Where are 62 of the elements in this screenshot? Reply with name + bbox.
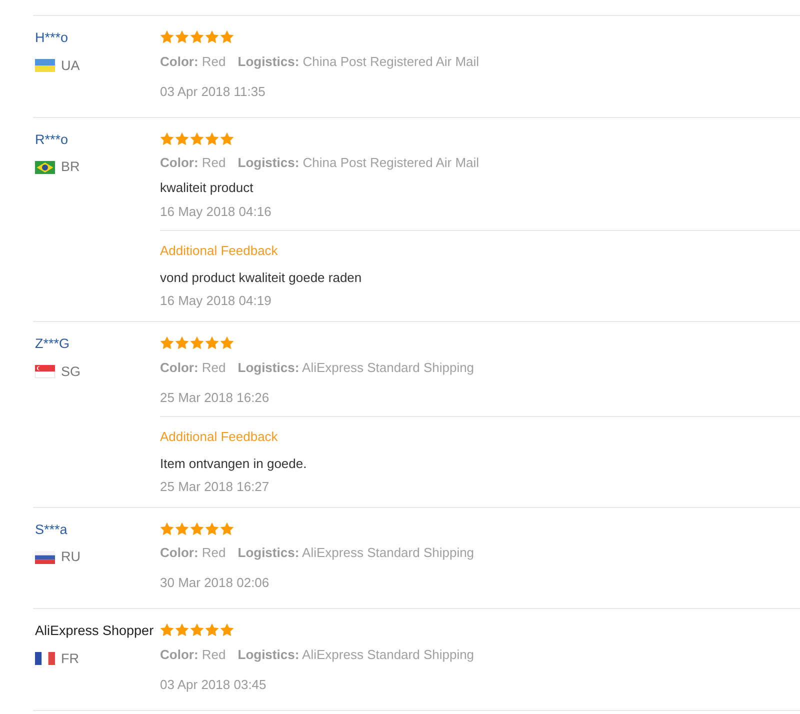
star-icon [175, 623, 189, 637]
feedback-date: 25 Mar 2018 16:27 [160, 478, 270, 496]
star-icon [205, 132, 219, 146]
feedback-date: 16 May 2018 04:19 [160, 292, 272, 310]
review-date: 03 Apr 2018 03:45 [160, 676, 266, 694]
attribute-text: Color: Red [160, 154, 226, 172]
star-icon [205, 623, 219, 637]
reviewer-name: AliExpress Shopper [35, 622, 154, 640]
reviewer-name[interactable]: Z***G [35, 335, 70, 353]
country-code: SG [61, 362, 81, 380]
feedback-heading: Additional Feedback [160, 242, 278, 260]
attribute-text: Logistics: China Post Registered Air Mail [238, 154, 480, 172]
feedback-heading: Additional Feedback [160, 428, 278, 446]
attribute-text: Color: Red [160, 646, 226, 664]
attribute-text: Color: Red [160, 544, 226, 562]
attribute-text: Logistics: AliExpress Standard Shipping [238, 358, 474, 377]
review-date: 16 May 2018 04:16 [160, 203, 272, 221]
feedback-comment: vond product kwaliteit goede raden [160, 269, 362, 287]
attribute-text: Color: Red [160, 52, 226, 70]
star-icon [160, 336, 174, 350]
attribute-text: Color: Red [160, 358, 226, 376]
country-code: FR [61, 650, 79, 668]
star-icon [175, 132, 189, 146]
star-icon [190, 132, 204, 146]
reviewer-name[interactable]: R***o [35, 130, 68, 148]
star-icon [190, 623, 204, 637]
review-date: 03 Apr 2018 11:35 [160, 82, 266, 101]
ukraine-flag-icon [35, 59, 55, 72]
singapore-flag-icon [35, 365, 55, 378]
star-icon [205, 30, 219, 44]
star-icon [190, 336, 204, 350]
star-icon [175, 30, 189, 44]
brazil-flag-icon [35, 160, 55, 174]
reviewer-name[interactable]: S***a [35, 520, 68, 538]
attribute-text: Logistics: China Post Registered Air Mail [238, 52, 480, 71]
country-code: RU [61, 548, 80, 566]
feedback-comment: Item ontvangen in goede. [160, 454, 307, 473]
star-icon [160, 522, 174, 536]
star-icon [220, 30, 234, 44]
country-code: UA [61, 56, 80, 74]
star-icon [190, 30, 204, 44]
attribute-text: Logistics: AliExpress Standard Shipping [238, 646, 474, 664]
star-icon [220, 623, 234, 637]
review-date: 25 Mar 2018 16:26 [160, 388, 270, 406]
star-icon [160, 30, 174, 44]
star-icon [220, 522, 234, 536]
star-icon [205, 522, 219, 536]
attribute-text: Logistics: AliExpress Standard Shipping [238, 544, 474, 562]
star-icon [160, 623, 174, 637]
star-icon [175, 522, 189, 536]
star-icon [220, 336, 234, 350]
review-comment: kwaliteit product [160, 179, 254, 197]
star-icon [220, 132, 234, 146]
star-icon [175, 336, 189, 350]
russia-flag-icon [35, 550, 55, 564]
france-flag-icon [35, 652, 55, 665]
star-icon [160, 132, 174, 146]
country-code: BR [61, 158, 80, 176]
star-icon [190, 522, 204, 536]
reviewer-name[interactable]: H***o [35, 29, 68, 47]
review-date: 30 Mar 2018 02:06 [160, 574, 270, 592]
star-icon [205, 336, 219, 350]
